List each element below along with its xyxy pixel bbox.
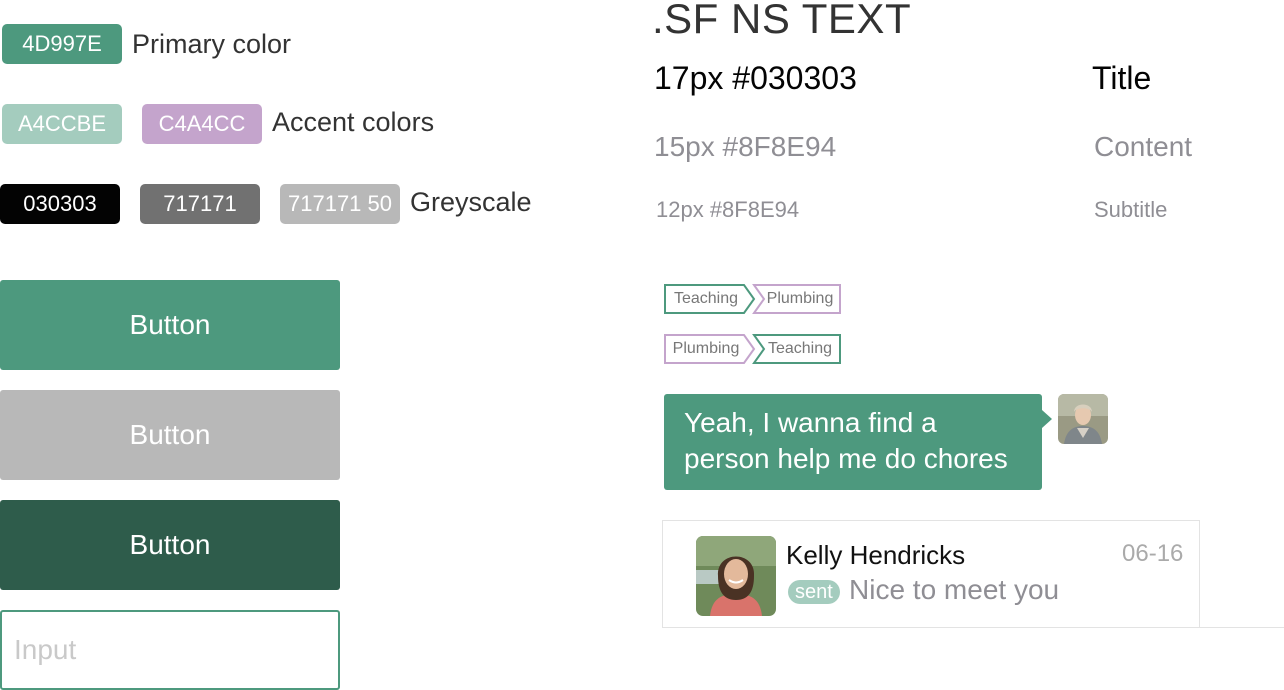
typo-role-content: Content	[1094, 131, 1193, 162]
accent-color-swatch-2: C4A4CC	[142, 104, 262, 144]
text-input[interactable]	[0, 610, 340, 690]
tag-teaching[interactable]: Teaching	[760, 334, 840, 364]
typo-role-title: Title	[1092, 60, 1152, 96]
pressed-button[interactable]: Button	[0, 500, 340, 590]
greyscale-swatch-black: 030303	[0, 184, 120, 224]
chat-message-line-1: Yeah, I wanna find a	[684, 407, 937, 438]
disabled-button[interactable]: Button	[0, 390, 340, 480]
tag-teaching[interactable]: Teaching	[666, 284, 746, 314]
contact-name: Kelly Hendricks	[786, 540, 966, 570]
accent-colors-label: Accent colors	[272, 107, 435, 137]
avatar[interactable]	[1058, 394, 1108, 444]
chat-message-line-2: person help me do chores	[684, 443, 1008, 474]
tag-plumbing[interactable]: Plumbing	[666, 334, 746, 364]
greyscale-label: Greyscale	[410, 187, 532, 217]
accent-color-swatch-1: A4CCBE	[2, 104, 122, 144]
list-divider	[662, 627, 1284, 628]
tag-row-2: Plumbing Teaching	[664, 334, 844, 364]
primary-color-label: Primary color	[132, 29, 292, 59]
greyscale-swatch-grey: 717171	[140, 184, 260, 224]
font-family-heading: .SF NS TEXT	[652, 0, 912, 42]
typo-spec-15px: 15px #8F8E94	[654, 131, 837, 162]
message-preview: Nice to meet you	[849, 574, 1060, 605]
primary-color-swatch: 4D997E	[2, 24, 122, 64]
typo-spec-17px: 17px #030303	[654, 60, 857, 96]
primary-button[interactable]: Button	[0, 280, 340, 370]
typo-spec-12px: 12px #8F8E94	[656, 197, 800, 222]
greyscale-swatch-grey-50: 717171 50	[280, 184, 400, 224]
message-date: 06-16	[1122, 540, 1184, 567]
status-badge: sent	[788, 580, 840, 604]
person-avatar-icon	[1058, 394, 1108, 444]
person-avatar-icon	[696, 536, 776, 616]
contact-avatar[interactable]	[696, 536, 776, 616]
chat-bubble-tail	[1042, 410, 1052, 428]
chat-bubble: Yeah, I wanna find a person help me do c…	[664, 394, 1042, 490]
typo-role-subtitle: Subtitle	[1094, 197, 1168, 222]
tag-plumbing[interactable]: Plumbing	[760, 284, 840, 314]
tag-row-1: Teaching Plumbing	[664, 284, 844, 314]
